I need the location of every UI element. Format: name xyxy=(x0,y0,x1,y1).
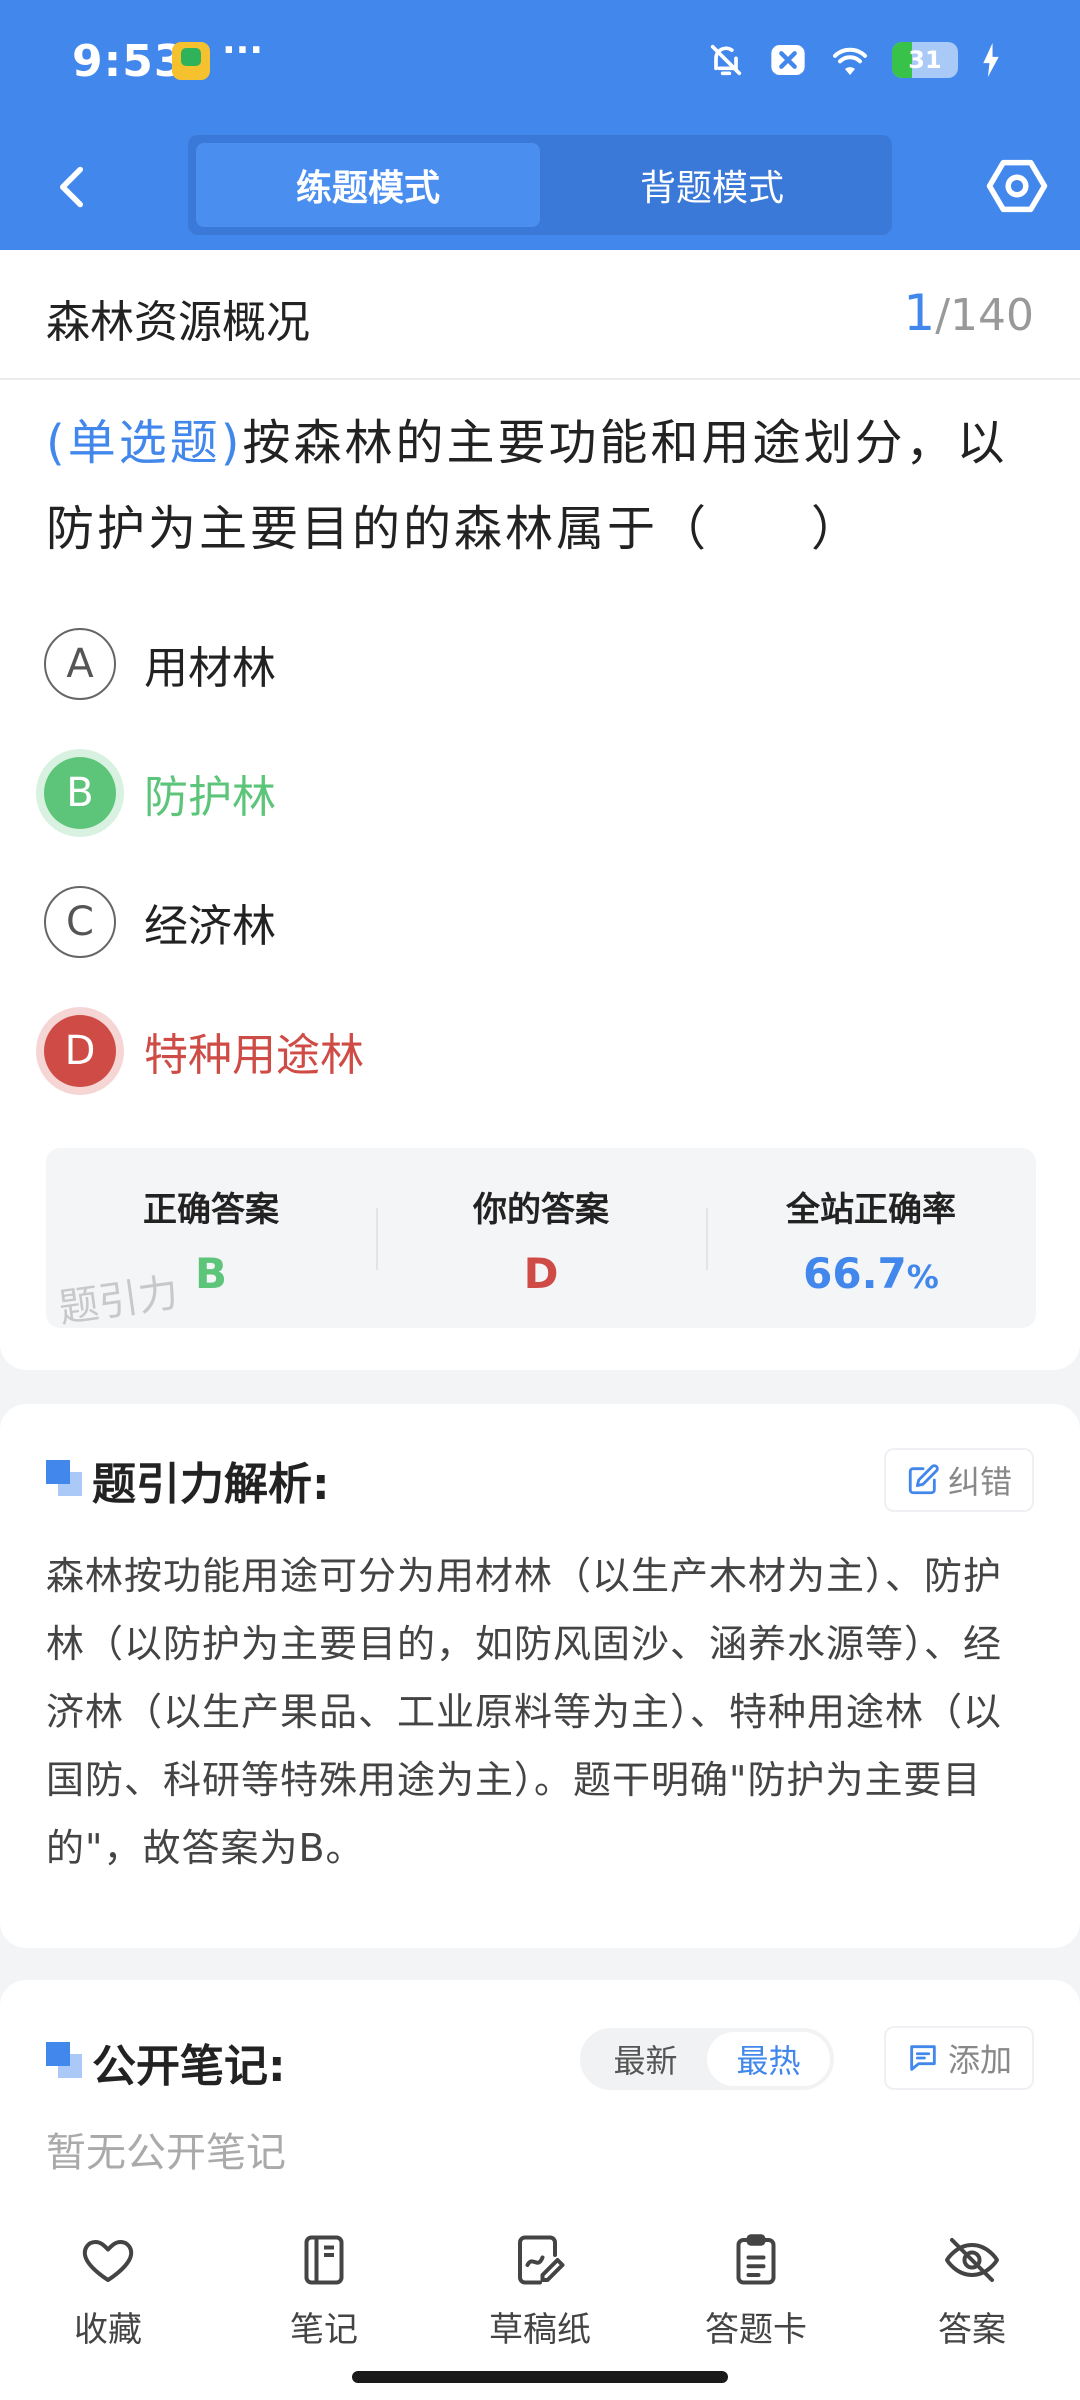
tab-practice-mode[interactable]: 练题模式 xyxy=(196,143,540,227)
accuracy-column: 全站正确率 66.7% xyxy=(706,1148,1036,1328)
notes-button[interactable]: 笔记 xyxy=(244,2230,404,2351)
option-a[interactable]: A 用材林 xyxy=(44,624,944,704)
question-type: (单选题) xyxy=(46,415,243,471)
correct-answer-label: 正确答案 xyxy=(143,1190,279,1230)
option-text: 特种用途林 xyxy=(144,1030,364,1081)
accuracy-label: 全站正确率 xyxy=(786,1190,956,1230)
question-stem: (单选题)按森林的主要功能和用途划分，以防护为主要目的的森林属于（ ） xyxy=(46,400,1036,572)
sort-newest[interactable]: 最新 xyxy=(584,2032,707,2086)
answer-sheet-label: 答题卡 xyxy=(705,2310,807,2350)
answer-sheet-button[interactable]: 答题卡 xyxy=(676,2230,836,2351)
hexagon-settings-icon[interactable] xyxy=(984,153,1050,219)
battery-percent: 31 xyxy=(908,46,942,74)
option-text: 防护林 xyxy=(144,772,276,823)
comment-icon xyxy=(910,2045,936,2071)
chevron-left-icon[interactable] xyxy=(44,157,104,217)
status-bar: 9:53 ··· 31 xyxy=(0,0,1080,125)
answer-summary: 正确答案 B 题引力 你的答案 D 全站正确率 66.7% xyxy=(46,1148,1036,1332)
counter-total: /140 xyxy=(935,290,1034,341)
app-header: 9:53 ··· 31 练题模式 背题模式 xyxy=(0,0,1080,250)
correct-answer-column: 正确答案 B 题引力 xyxy=(46,1148,376,1332)
draft-paper-icon xyxy=(510,2230,570,2290)
battery-icon: 31 xyxy=(892,42,958,78)
accuracy-value: 66.7% xyxy=(706,1249,1036,1298)
mode-switcher: 练题模式 背题模式 xyxy=(188,135,892,235)
home-indicator[interactable] xyxy=(352,2371,728,2383)
eye-off-icon xyxy=(942,2230,1002,2290)
option-text: 经济林 xyxy=(144,901,276,952)
status-time: 9:53 xyxy=(72,36,186,87)
section-square-icon xyxy=(46,1460,82,1496)
divider xyxy=(0,378,1080,380)
report-error-label: 纠错 xyxy=(947,1463,1012,1501)
no-notes-text: 暂无公开笔记 xyxy=(46,2130,286,2176)
analysis-card: 题引力解析: 纠错 森林按功能用途可分为用材林（以生产木材为主）、防护林（以防护… xyxy=(0,1404,1080,1948)
edit-icon xyxy=(908,1464,939,1495)
wifi-icon xyxy=(830,40,870,80)
sort-hottest[interactable]: 最热 xyxy=(707,2032,830,2086)
option-letter: A xyxy=(44,628,116,700)
option-letter: D xyxy=(44,1015,116,1087)
analysis-text: 森林按功能用途可分为用材林（以生产木材为主）、防护林（以防护为主要目的，如防风固… xyxy=(46,1554,1003,1870)
add-note-label: 添加 xyxy=(947,2041,1012,2079)
draft-paper-button[interactable]: 草稿纸 xyxy=(460,2230,620,2351)
charging-icon xyxy=(980,40,1002,80)
show-answer-button[interactable]: 答案 xyxy=(892,2230,1052,2351)
option-text: 用材林 xyxy=(144,643,276,694)
option-letter: C xyxy=(44,886,116,958)
your-answer-column: 你的答案 D xyxy=(376,1148,706,1328)
more-notifications-icon: ··· xyxy=(222,30,264,71)
accuracy-number: 66.7 xyxy=(803,1249,907,1298)
nav-bar: 练题模式 背题模式 xyxy=(0,125,1080,250)
answer-sheet-icon xyxy=(726,2230,786,2290)
report-error-button[interactable]: 纠错 xyxy=(883,1448,1034,1512)
close-badge-icon xyxy=(768,40,808,80)
your-answer-value: D xyxy=(523,1249,559,1298)
show-answer-label: 答案 xyxy=(938,2310,1006,2350)
heart-icon xyxy=(78,2230,138,2290)
favorite-label: 收藏 xyxy=(74,2310,142,2350)
counter-current: 1 xyxy=(903,284,936,342)
option-d[interactable]: D 特种用途林 xyxy=(44,1011,944,1091)
favorite-button[interactable]: 收藏 xyxy=(28,2230,188,2351)
notebook-icon xyxy=(294,2230,354,2290)
option-c[interactable]: C 经济林 xyxy=(44,882,944,962)
analysis-title: 题引力解析: xyxy=(92,1459,330,1510)
section-square-icon xyxy=(46,2042,82,2078)
tab-recite-mode[interactable]: 背题模式 xyxy=(540,143,884,227)
notes-sort-toggle: 最新 最热 xyxy=(580,2028,834,2090)
option-b[interactable]: B 防护林 xyxy=(44,753,944,833)
accuracy-unit: % xyxy=(906,1258,939,1296)
app-icon xyxy=(172,42,210,80)
bottom-toolbar: 收藏 笔记 草稿纸 答题卡 答案 xyxy=(0,2200,1080,2400)
section-title: 森林资源概况 xyxy=(46,297,310,348)
bell-muted-icon xyxy=(706,40,746,80)
notes-label: 笔记 xyxy=(290,2310,358,2350)
question-counter[interactable]: 1/140 xyxy=(903,284,1034,342)
add-note-button[interactable]: 添加 xyxy=(883,2026,1034,2090)
draft-paper-label: 草稿纸 xyxy=(489,2310,591,2350)
option-letter: B xyxy=(44,757,116,829)
question-card: 森林资源概况 1/140 (单选题)按森林的主要功能和用途划分，以防护为主要目的… xyxy=(0,250,1080,1370)
your-answer-label: 你的答案 xyxy=(473,1190,609,1230)
notes-title: 公开笔记: xyxy=(92,2041,286,2092)
